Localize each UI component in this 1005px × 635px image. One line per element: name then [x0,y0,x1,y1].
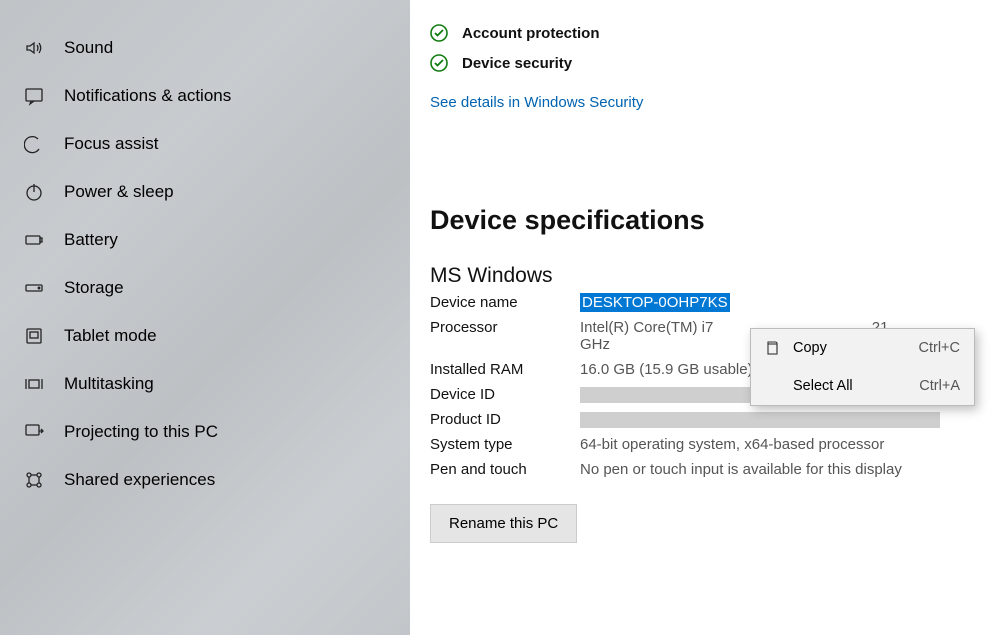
security-label: Device security [462,55,572,72]
sidebar-item-label: Tablet mode [64,326,157,346]
power-icon [24,182,44,202]
spec-value-redacted [580,411,1005,428]
spec-row-device-name: Device name DESKTOP-0OHP7KS [430,290,1005,315]
copy-icon [763,339,781,357]
sidebar-item-battery[interactable]: Battery [0,216,410,264]
sidebar-item-focus-assist[interactable]: Focus assist [0,120,410,168]
sidebar-item-notifications[interactable]: Notifications & actions [0,72,410,120]
spec-label: System type [430,436,580,453]
spec-label: Device ID [430,386,580,403]
check-circle-icon [430,54,448,72]
menu-item-shortcut: Ctrl+C [919,340,961,356]
sidebar-item-tablet-mode[interactable]: Tablet mode [0,312,410,360]
spec-value: 64-bit operating system, x64-based proce… [580,436,1005,453]
device-specifications-title: Device specifications [430,205,1005,236]
multitasking-icon [24,374,44,394]
sidebar-item-label: Battery [64,230,118,250]
tablet-mode-icon [24,326,44,346]
sidebar-item-projecting[interactable]: Projecting to this PC [0,408,410,456]
security-status-row: Device security [430,48,1005,78]
menu-item-shortcut: Ctrl+A [919,378,960,394]
sidebar-item-label: Notifications & actions [64,86,231,106]
sidebar-item-label: Power & sleep [64,182,174,202]
menu-item-label: Select All [793,378,853,394]
spec-label: Installed RAM [430,361,580,378]
sidebar-item-label: Storage [64,278,124,298]
spec-label: Pen and touch [430,461,580,478]
sidebar-item-label: Shared experiences [64,470,215,490]
context-menu-copy[interactable]: Copy Ctrl+C [751,329,974,367]
spec-label: Device name [430,294,580,311]
security-label: Account protection [462,25,600,42]
settings-sidebar: Sound Notifications & actions Focus assi… [0,0,410,635]
sidebar-item-label: Sound [64,38,113,58]
menu-item-label: Copy [793,340,827,356]
spec-row-pen-touch: Pen and touch No pen or touch input is a… [430,457,1005,482]
spec-row-product-id: Product ID [430,407,1005,432]
focus-assist-icon [24,134,44,154]
sidebar-item-label: Multitasking [64,374,154,394]
battery-icon [24,230,44,250]
device-edition-subtitle: MS Windows [430,264,1005,288]
blank-icon [763,377,781,395]
spec-label: Product ID [430,411,580,428]
sidebar-item-storage[interactable]: Storage [0,264,410,312]
storage-icon [24,278,44,298]
sidebar-item-multitasking[interactable]: Multitasking [0,360,410,408]
windows-security-details-link[interactable]: See details in Windows Security [430,94,643,111]
context-menu: Copy Ctrl+C Select All Ctrl+A [750,328,975,406]
sidebar-item-power-sleep[interactable]: Power & sleep [0,168,410,216]
sidebar-item-label: Focus assist [64,134,158,154]
rename-pc-button[interactable]: Rename this PC [430,504,577,543]
settings-main: Account protection Device security See d… [410,0,1005,635]
spec-value: No pen or touch input is available for t… [580,461,1005,478]
spec-label: Processor [430,319,580,353]
sidebar-item-label: Projecting to this PC [64,422,218,442]
context-menu-select-all[interactable]: Select All Ctrl+A [751,367,974,405]
spec-value-device-name[interactable]: DESKTOP-0OHP7KS [580,294,1005,311]
spec-row-system-type: System type 64-bit operating system, x64… [430,432,1005,457]
notifications-icon [24,86,44,106]
sidebar-item-shared-experiences[interactable]: Shared experiences [0,456,410,504]
security-status-row: Account protection [430,18,1005,48]
sound-icon [24,38,44,58]
projecting-icon [24,422,44,442]
check-circle-icon [430,24,448,42]
shared-experiences-icon [24,470,44,490]
sidebar-item-sound[interactable]: Sound [0,24,410,72]
